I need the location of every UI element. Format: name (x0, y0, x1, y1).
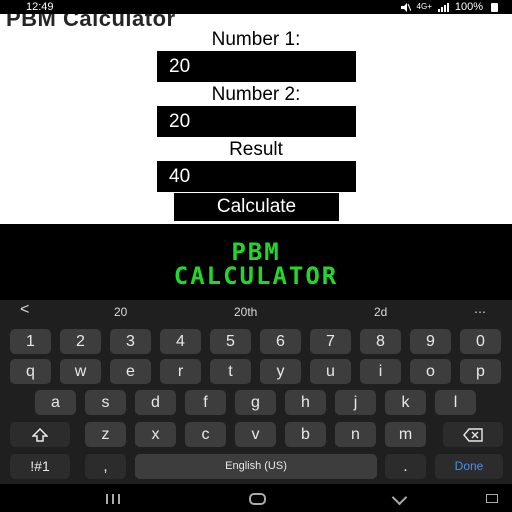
key-g[interactable]: g (235, 390, 276, 415)
key-5[interactable]: 5 (210, 329, 251, 354)
status-icons: 4G+ 100% (400, 0, 498, 14)
comma-key[interactable]: , (85, 454, 126, 479)
battery-percent: 100% (454, 1, 483, 13)
recent-apps-icon[interactable] (106, 494, 120, 504)
result-label: Result (229, 139, 283, 160)
key-8[interactable]: 8 (360, 329, 401, 354)
key-7[interactable]: 7 (310, 329, 351, 354)
suggestion-back-button[interactable]: < (20, 301, 29, 319)
key-r[interactable]: r (160, 359, 201, 384)
key-w[interactable]: w (60, 359, 101, 384)
banner-line2: CALCULATOR (173, 262, 339, 290)
calculator-form: PBM Calculator Number 1: 20 Number 2: 20… (0, 14, 512, 224)
key-6[interactable]: 6 (260, 329, 301, 354)
key-o[interactable]: o (410, 359, 451, 384)
key-l[interactable]: l (435, 390, 476, 415)
key-m[interactable]: m (385, 422, 426, 447)
mute-icon (400, 2, 411, 12)
key-p[interactable]: p (460, 359, 501, 384)
status-bar: 12:49 4G+ 100% (0, 0, 512, 14)
key-k[interactable]: k (385, 390, 426, 415)
key-q[interactable]: q (10, 359, 51, 384)
suggestion-item[interactable]: 2d (374, 305, 387, 319)
symbols-key[interactable]: !#1 (10, 454, 70, 479)
key-h[interactable]: h (285, 390, 326, 415)
suggestion-item[interactable]: 20th (234, 305, 257, 319)
key-b[interactable]: b (285, 422, 326, 447)
key-1[interactable]: 1 (10, 329, 51, 354)
signal-icon (437, 2, 449, 12)
calculate-button[interactable]: Calculate (174, 193, 339, 221)
result-field[interactable]: 40 (157, 161, 356, 192)
key-x[interactable]: x (135, 422, 176, 447)
key-j[interactable]: j (335, 390, 376, 415)
clock: 12:49 (26, 1, 54, 13)
key-f[interactable]: f (185, 390, 226, 415)
key-u[interactable]: u (310, 359, 351, 384)
keyboard-switch-icon[interactable] (486, 494, 498, 503)
key-y[interactable]: y (260, 359, 301, 384)
key-v[interactable]: v (235, 422, 276, 447)
number1-label: Number 1: (211, 29, 301, 50)
backspace-icon (463, 428, 483, 442)
shift-icon (31, 427, 49, 442)
key-4[interactable]: 4 (160, 329, 201, 354)
key-t[interactable]: t (210, 359, 251, 384)
key-e[interactable]: e (110, 359, 151, 384)
key-d[interactable]: d (135, 390, 176, 415)
space-key[interactable]: English (US) (135, 454, 377, 479)
number2-input[interactable]: 20 (157, 106, 356, 137)
suggestion-item[interactable]: 20 (114, 305, 127, 319)
network-indicator: 4G+ (416, 2, 432, 11)
key-c[interactable]: c (185, 422, 226, 447)
soft-keyboard: < 20 20th 2d ⋯ 1 2 3 4 5 6 7 8 9 0 q w e… (0, 300, 512, 484)
number2-label: Number 2: (211, 84, 301, 105)
shift-key[interactable] (10, 422, 70, 447)
pbm-banner: PBM CALCULATOR (0, 224, 512, 300)
key-a[interactable]: a (35, 390, 76, 415)
key-n[interactable]: n (335, 422, 376, 447)
suggestion-bar: < 20 20th 2d ⋯ (0, 300, 512, 324)
done-key[interactable]: Done (435, 454, 503, 479)
backspace-key[interactable] (443, 422, 503, 447)
key-2[interactable]: 2 (60, 329, 101, 354)
home-icon[interactable] (249, 493, 266, 505)
number1-input[interactable]: 20 (157, 51, 356, 82)
back-icon[interactable] (391, 489, 408, 506)
key-3[interactable]: 3 (110, 329, 151, 354)
key-9[interactable]: 9 (410, 329, 451, 354)
key-s[interactable]: s (85, 390, 126, 415)
battery-icon (491, 2, 498, 12)
more-options-icon[interactable]: ⋯ (474, 305, 486, 319)
period-key[interactable]: . (385, 454, 426, 479)
navigation-bar (0, 484, 512, 512)
key-i[interactable]: i (360, 359, 401, 384)
key-z[interactable]: z (85, 422, 126, 447)
key-0[interactable]: 0 (460, 329, 501, 354)
